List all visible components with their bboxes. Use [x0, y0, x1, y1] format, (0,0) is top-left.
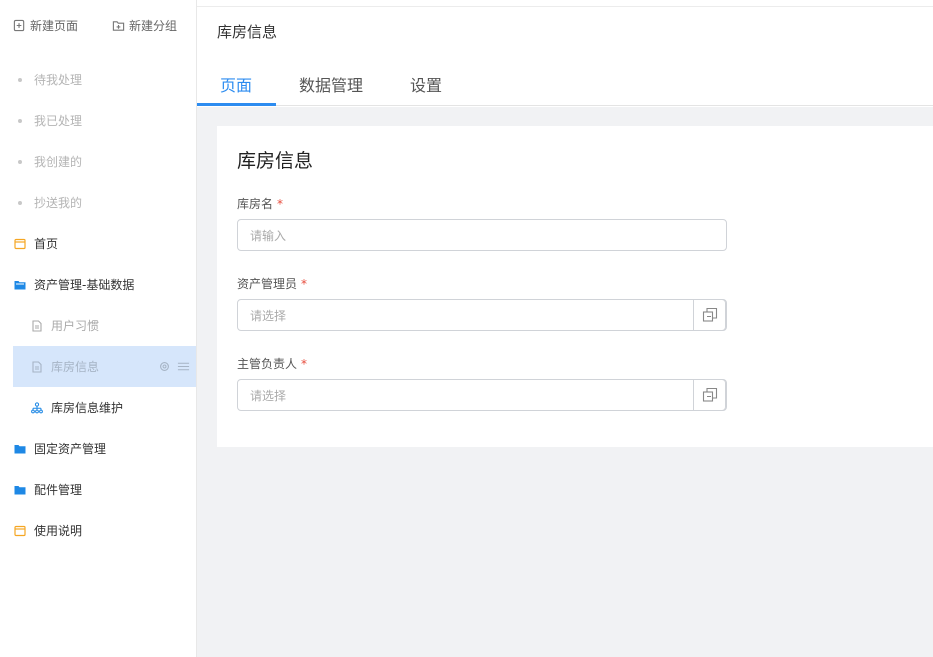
supervisor-select[interactable]: 请选择: [237, 379, 727, 411]
sidebar-item-processed[interactable]: 我已处理: [0, 100, 197, 141]
sidebar-item-parts[interactable]: 配件管理: [0, 469, 197, 510]
field-label-warehouse-name: 库房名 *: [237, 195, 283, 212]
folder-icon: [13, 443, 27, 455]
sidebar-item-label: 资产管理-基础数据: [34, 278, 135, 292]
main-area: 库房信息 页面 数据管理 设置 库房信息 库房名 * 请输入 资产管理员 * 请…: [197, 0, 933, 657]
tab-label: 页面: [220, 76, 253, 95]
sidebar-actions: 新建页面 新建分组: [0, 0, 196, 50]
item-tools: [158, 360, 190, 373]
sidebar-item-home[interactable]: 首页: [0, 223, 197, 264]
tab-bar: 页面 数据管理 设置: [197, 62, 933, 106]
dot-icon: [13, 77, 27, 82]
input-placeholder: 请选择: [250, 388, 287, 403]
sidebar-item-fixed-assets[interactable]: 固定资产管理: [0, 428, 197, 469]
supervisor-picker-button[interactable]: [693, 379, 726, 411]
sidebar-item-asset-basic[interactable]: 资产管理-基础数据: [0, 264, 197, 305]
required-mark: *: [301, 357, 308, 371]
tab-data-management[interactable]: 数据管理: [299, 62, 363, 106]
new-page-icon: [13, 19, 25, 31]
top-divider: [197, 6, 933, 7]
form-card: 库房信息 库房名 * 请输入 资产管理员 * 请选择 主管负责人 * 请选择: [217, 126, 933, 447]
sidebar-item-label: 用户习惯: [51, 319, 100, 333]
field-label-supervisor: 主管负责人 *: [237, 355, 307, 372]
sidebar: 新建页面 新建分组 待我处理 我已处理 我创建的 抄送我的 首页 资产管理-基础…: [0, 0, 197, 657]
gear-icon[interactable]: [158, 360, 171, 373]
sidebar-item-label: 固定资产管理: [34, 442, 107, 456]
field-label-text: 库房名: [237, 197, 274, 211]
dot-icon: [13, 118, 27, 123]
sidebar-item-warehouse-maint[interactable]: 库房信息维护: [0, 387, 197, 428]
folder-open-icon: [13, 279, 27, 291]
dot-icon: [13, 200, 27, 205]
page-icon: [13, 525, 27, 537]
document-icon: [30, 319, 44, 332]
sidebar-item-label: 抄送我的: [34, 196, 83, 210]
required-mark: *: [277, 197, 284, 211]
dot-icon: [13, 159, 27, 164]
form-title: 库房信息: [237, 150, 314, 172]
tab-label: 设置: [410, 76, 443, 95]
asset-admin-select[interactable]: 请选择: [237, 299, 727, 331]
sidebar-item-cc[interactable]: 抄送我的: [0, 182, 197, 223]
sidebar-item-label: 我已处理: [34, 114, 83, 128]
org-chart-icon: [30, 401, 44, 414]
sidebar-item-label: 库房信息: [51, 360, 100, 374]
sidebar-item-warehouse-info[interactable]: 库房信息: [13, 346, 196, 387]
asset-admin-picker-button[interactable]: [693, 299, 726, 331]
new-group-icon: [112, 20, 125, 31]
new-page-button[interactable]: 新建页面: [13, 17, 78, 34]
sidebar-item-label: 配件管理: [34, 483, 83, 497]
page-icon: [13, 238, 27, 250]
new-page-label: 新建页面: [30, 18, 79, 33]
document-icon: [30, 360, 44, 373]
required-mark: *: [301, 277, 308, 291]
sidebar-item-label: 首页: [34, 237, 59, 251]
sidebar-nav: 待我处理 我已处理 我创建的 抄送我的 首页 资产管理-基础数据 用户习惯 库房…: [0, 59, 197, 551]
field-label-text: 资产管理员: [237, 277, 298, 291]
tab-label: 数据管理: [299, 76, 364, 95]
sidebar-item-label: 使用说明: [34, 524, 83, 538]
input-placeholder: 请输入: [250, 228, 287, 243]
field-label-text: 主管负责人: [237, 357, 298, 371]
copy-select-icon: [702, 307, 717, 322]
field-label-asset-admin: 资产管理员 *: [237, 275, 307, 292]
sidebar-item-user-habits[interactable]: 用户习惯: [0, 305, 197, 346]
folder-icon: [13, 484, 27, 496]
new-group-label: 新建分组: [129, 18, 178, 33]
sidebar-item-label: 库房信息维护: [51, 401, 124, 415]
input-placeholder: 请选择: [250, 308, 287, 323]
warehouse-name-input[interactable]: 请输入: [237, 219, 727, 251]
tab-page[interactable]: 页面: [220, 62, 252, 106]
page-title: 库房信息: [217, 23, 278, 41]
copy-select-icon: [702, 387, 717, 402]
sidebar-item-created[interactable]: 我创建的: [0, 141, 197, 182]
sidebar-item-label: 我创建的: [34, 155, 83, 169]
content-area: 库房信息 库房名 * 请输入 资产管理员 * 请选择 主管负责人 * 请选择: [197, 107, 933, 657]
active-tab-indicator: [197, 103, 276, 106]
sidebar-item-manual[interactable]: 使用说明: [0, 510, 197, 551]
sidebar-item-pending[interactable]: 待我处理: [0, 59, 197, 100]
app-window: 新建页面 新建分组 待我处理 我已处理 我创建的 抄送我的 首页 资产管理-基础…: [0, 0, 933, 657]
tab-settings[interactable]: 设置: [410, 62, 442, 106]
sidebar-item-label: 待我处理: [34, 73, 83, 87]
new-group-button[interactable]: 新建分组: [112, 17, 177, 34]
drag-handle-icon[interactable]: [177, 360, 190, 373]
